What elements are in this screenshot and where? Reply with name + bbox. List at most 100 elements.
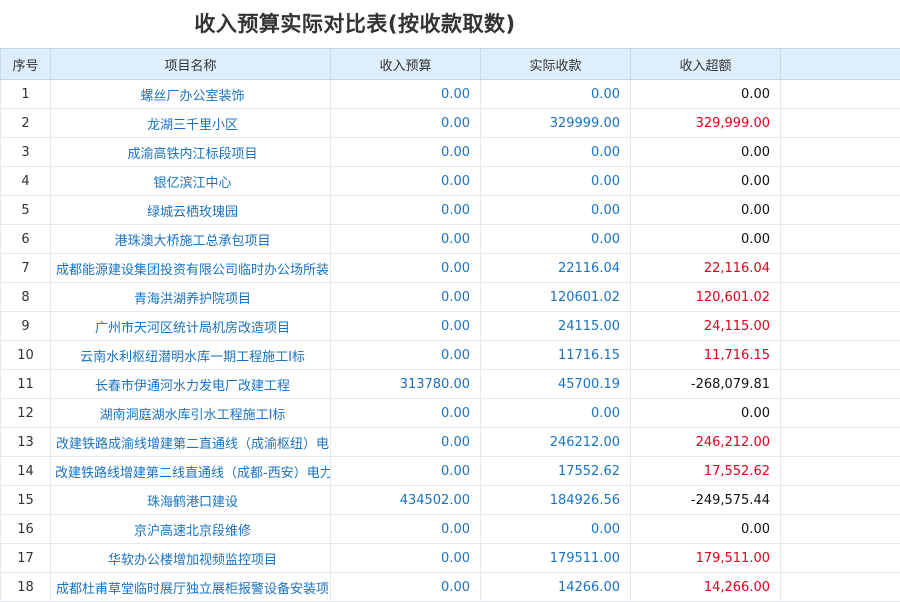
row-index-cell: 18 [1,573,51,602]
project-name-link[interactable]: 华软办公楼增加视频监控项目 [51,544,331,573]
table-row[interactable]: 2龙湖三千里小区0.00329999.00329,999.00 [1,109,900,138]
income-budget-cell: 0.00 [331,80,481,109]
income-excess-cell: 24,115.00 [631,312,781,341]
income-excess-cell: 0.00 [631,80,781,109]
project-name-link[interactable]: 绿城云栖玫瑰园 [51,196,331,225]
filler-cell [781,254,900,283]
project-name-link[interactable]: 京沪高速北京段维修 [51,515,331,544]
table-row[interactable]: 1螺丝厂办公室装饰0.000.000.00 [1,80,900,109]
income-budget-cell: 313780.00 [331,370,481,399]
income-excess-cell: 0.00 [631,196,781,225]
income-excess-cell: -249,575.44 [631,486,781,515]
income-excess-cell: 0.00 [631,167,781,196]
actual-received-cell: 45700.19 [481,370,631,399]
filler-cell [781,138,900,167]
filler-cell [781,312,900,341]
row-index-cell: 17 [1,544,51,573]
table-row[interactable]: 4银亿滨江中心0.000.000.00 [1,167,900,196]
project-name-link[interactable]: 湖南洞庭湖水库引水工程施工I标 [51,399,331,428]
income-excess-cell: 17,552.62 [631,457,781,486]
income-budget-cell: 0.00 [331,138,481,167]
actual-received-cell: 0.00 [481,80,631,109]
report-title: 收入预算实际对比表(按收款取数) [0,0,710,48]
income-budget-cell: 0.00 [331,283,481,312]
income-budget-cell: 0.00 [331,254,481,283]
table-row[interactable]: 16京沪高速北京段维修0.000.000.00 [1,515,900,544]
income-excess-cell: 14,266.00 [631,573,781,602]
filler-cell [781,515,900,544]
actual-received-cell: 120601.02 [481,283,631,312]
filler-cell [781,225,900,254]
column-header-project-name[interactable]: 项目名称 [51,49,331,80]
filler-cell [781,457,900,486]
project-name-link[interactable]: 改建铁路线增建第二线直通线（成都-西安）电力 [51,457,331,486]
row-index-cell: 12 [1,399,51,428]
comparison-table: 序号 项目名称 收入预算 实际收款 收入超额 1螺丝厂办公室装饰0.000.00… [0,48,900,602]
actual-received-cell: 0.00 [481,225,631,254]
project-name-link[interactable]: 改建铁路成渝线增建第二直通线（成渝枢纽）电 [51,428,331,457]
table-row[interactable]: 8青海洪湖养护院项目0.00120601.02120,601.02 [1,283,900,312]
income-budget-cell: 0.00 [331,573,481,602]
income-excess-cell: 0.00 [631,138,781,167]
project-name-link[interactable]: 青海洪湖养护院项目 [51,283,331,312]
actual-received-cell: 11716.15 [481,341,631,370]
table-row[interactable]: 11长春市伊通河水力发电厂改建工程313780.0045700.19-268,0… [1,370,900,399]
income-budget-cell: 0.00 [331,196,481,225]
income-excess-cell: -268,079.81 [631,370,781,399]
table-row[interactable]: 9广州市天河区统计局机房改造项目0.0024115.0024,115.00 [1,312,900,341]
table-row[interactable]: 14改建铁路线增建第二线直通线（成都-西安）电力0.0017552.6217,5… [1,457,900,486]
filler-cell [781,399,900,428]
actual-received-cell: 0.00 [481,515,631,544]
actual-received-cell: 0.00 [481,167,631,196]
row-index-cell: 13 [1,428,51,457]
table-row[interactable]: 15珠海鹤港口建设434502.00184926.56-249,575.44 [1,486,900,515]
income-excess-cell: 0.00 [631,515,781,544]
table-row[interactable]: 10云南水利枢纽潜明水库一期工程施工I标0.0011716.1511,716.1… [1,341,900,370]
income-budget-cell: 0.00 [331,225,481,254]
column-header-income-excess[interactable]: 收入超额 [631,49,781,80]
project-name-link[interactable]: 成都杜甫草堂临时展厅独立展柜报警设备安装项 [51,573,331,602]
table-row[interactable]: 5绿城云栖玫瑰园0.000.000.00 [1,196,900,225]
actual-received-cell: 24115.00 [481,312,631,341]
project-name-link[interactable]: 港珠澳大桥施工总承包项目 [51,225,331,254]
project-name-link[interactable]: 珠海鹤港口建设 [51,486,331,515]
filler-cell [781,370,900,399]
actual-received-cell: 179511.00 [481,544,631,573]
project-name-link[interactable]: 龙湖三千里小区 [51,109,331,138]
table-row[interactable]: 18成都杜甫草堂临时展厅独立展柜报警设备安装项0.0014266.0014,26… [1,573,900,602]
table-header-row: 序号 项目名称 收入预算 实际收款 收入超额 [1,49,900,80]
actual-received-cell: 0.00 [481,138,631,167]
income-budget-cell: 0.00 [331,515,481,544]
table-row[interactable]: 13改建铁路成渝线增建第二直通线（成渝枢纽）电0.00246212.00246,… [1,428,900,457]
project-name-link[interactable]: 成都能源建设集团投资有限公司临时办公场所装 [51,254,331,283]
income-budget-cell: 0.00 [331,167,481,196]
row-index-cell: 2 [1,109,51,138]
filler-cell [781,167,900,196]
column-header-income-budget[interactable]: 收入预算 [331,49,481,80]
income-excess-cell: 179,511.00 [631,544,781,573]
income-excess-cell: 329,999.00 [631,109,781,138]
project-name-link[interactable]: 螺丝厂办公室装饰 [51,80,331,109]
table-row[interactable]: 3成渝高铁内江标段项目0.000.000.00 [1,138,900,167]
income-excess-cell: 22,116.04 [631,254,781,283]
project-name-link[interactable]: 银亿滨江中心 [51,167,331,196]
project-name-link[interactable]: 成渝高铁内江标段项目 [51,138,331,167]
filler-cell [781,544,900,573]
column-header-index[interactable]: 序号 [1,49,51,80]
project-name-link[interactable]: 广州市天河区统计局机房改造项目 [51,312,331,341]
row-index-cell: 11 [1,370,51,399]
income-budget-cell: 0.00 [331,341,481,370]
project-name-link[interactable]: 云南水利枢纽潜明水库一期工程施工I标 [51,341,331,370]
table-row[interactable]: 12湖南洞庭湖水库引水工程施工I标0.000.000.00 [1,399,900,428]
filler-cell [781,341,900,370]
income-budget-cell: 0.00 [331,544,481,573]
project-name-link[interactable]: 长春市伊通河水力发电厂改建工程 [51,370,331,399]
income-excess-cell: 11,716.15 [631,341,781,370]
income-budget-cell: 0.00 [331,312,481,341]
column-header-actual-received[interactable]: 实际收款 [481,49,631,80]
actual-received-cell: 246212.00 [481,428,631,457]
table-row[interactable]: 6港珠澳大桥施工总承包项目0.000.000.00 [1,225,900,254]
table-row[interactable]: 7成都能源建设集团投资有限公司临时办公场所装0.0022116.0422,116… [1,254,900,283]
actual-received-cell: 329999.00 [481,109,631,138]
table-row[interactable]: 17华软办公楼增加视频监控项目0.00179511.00179,511.00 [1,544,900,573]
